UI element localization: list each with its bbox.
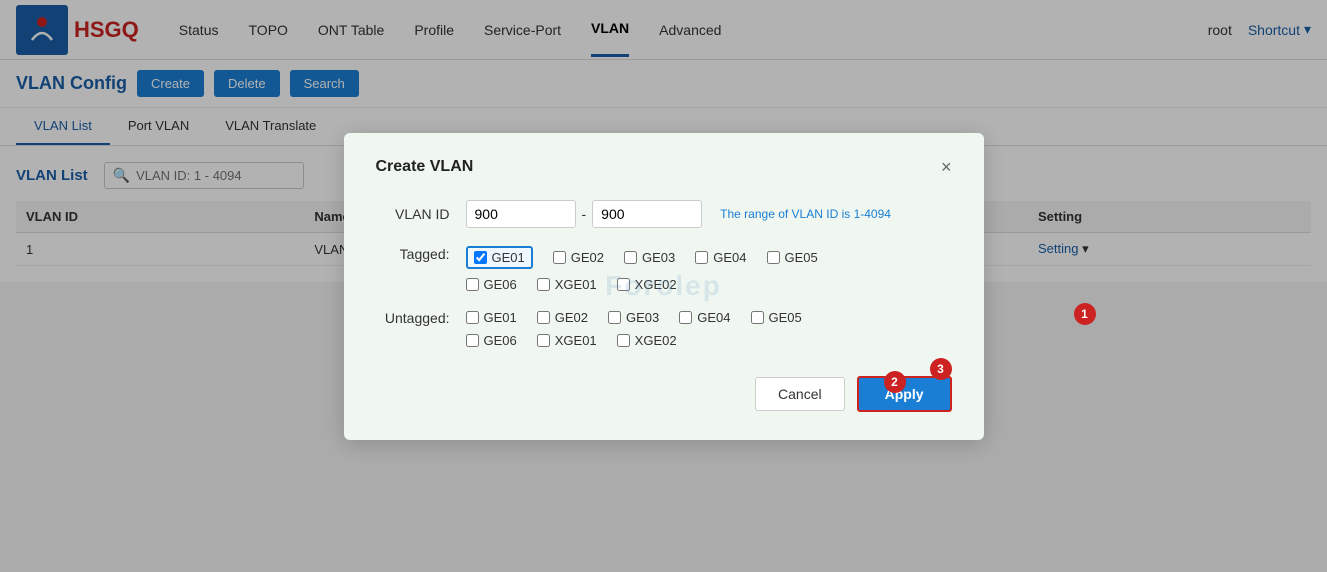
tagged-xge01-item[interactable]: XGE01 (537, 277, 597, 292)
tagged-ge02-item[interactable]: GE02 (553, 250, 604, 265)
tagged-ge06-checkbox[interactable] (466, 278, 479, 291)
untagged-ge05-item[interactable]: GE05 (751, 310, 802, 325)
badge-2: 2 (884, 371, 906, 393)
tagged-xge02-checkbox[interactable] (617, 278, 630, 291)
tagged-xge02-item[interactable]: XGE02 (617, 277, 677, 292)
modal-footer: Cancel Apply 3 (376, 376, 952, 412)
untagged-xge01-checkbox[interactable] (537, 334, 550, 347)
vlan-id-end-input[interactable] (592, 200, 702, 228)
untagged-row: Untagged: GE01 GE02 GE03 GE04 (376, 310, 952, 348)
tagged-ge06-item[interactable]: GE06 (466, 277, 517, 292)
tagged-ge02-checkbox[interactable] (553, 251, 566, 264)
tagged-row2: GE06 XGE01 XGE02 (466, 277, 818, 292)
untagged-ge02-item[interactable]: GE02 (537, 310, 588, 325)
vlan-id-inputs: - The range of VLAN ID is 1-4094 (466, 200, 891, 228)
tagged-label: Tagged: (376, 246, 466, 262)
untagged-xge02-checkbox[interactable] (617, 334, 630, 347)
tagged-ge01-item[interactable]: GE01 (466, 246, 533, 269)
tagged-row1: GE01 GE02 GE03 GE04 GE05 (466, 246, 818, 269)
untagged-ge04-checkbox[interactable] (679, 311, 692, 324)
tagged-ge03-item[interactable]: GE03 (624, 250, 675, 265)
untagged-xge02-item[interactable]: XGE02 (617, 333, 677, 348)
tagged-ge04-item[interactable]: GE04 (695, 250, 746, 265)
vlan-id-start-input[interactable] (466, 200, 576, 228)
badge-3: 3 (930, 358, 952, 380)
modal-overlay: Forolep Create VLAN × VLAN ID - The rang… (0, 0, 1327, 572)
tagged-ge05-checkbox[interactable] (767, 251, 780, 264)
badge-1: 1 (1074, 303, 1096, 325)
modal-close-button[interactable]: × (941, 157, 952, 178)
dash: - (582, 206, 587, 222)
untagged-ge02-checkbox[interactable] (537, 311, 550, 324)
tagged-row: Tagged: GE01 GE02 GE03 GE04 (376, 246, 952, 292)
vlan-id-row: VLAN ID - The range of VLAN ID is 1-4094… (376, 200, 952, 228)
untagged-row1: GE01 GE02 GE03 GE04 GE05 (466, 310, 802, 325)
untagged-ge06-item[interactable]: GE06 (466, 333, 517, 348)
cancel-button[interactable]: Cancel (755, 377, 845, 411)
untagged-ge04-item[interactable]: GE04 (679, 310, 730, 325)
tagged-ge05-item[interactable]: GE05 (767, 250, 818, 265)
untagged-ge03-checkbox[interactable] (608, 311, 621, 324)
modal-title: Create VLAN (376, 158, 474, 176)
create-vlan-modal: Forolep Create VLAN × VLAN ID - The rang… (344, 133, 984, 440)
tagged-ge03-checkbox[interactable] (624, 251, 637, 264)
untagged-ge03-item[interactable]: GE03 (608, 310, 659, 325)
modal-header: Create VLAN × (376, 157, 952, 178)
tagged-xge01-checkbox[interactable] (537, 278, 550, 291)
untagged-xge01-item[interactable]: XGE01 (537, 333, 597, 348)
vlan-id-hint: The range of VLAN ID is 1-4094 (720, 207, 891, 221)
untagged-ge01-checkbox[interactable] (466, 311, 479, 324)
vlan-id-label: VLAN ID (376, 206, 466, 222)
untagged-ports-group: GE01 GE02 GE03 GE04 GE05 (466, 310, 802, 348)
untagged-ge01-item[interactable]: GE01 (466, 310, 517, 325)
untagged-ge05-checkbox[interactable] (751, 311, 764, 324)
untagged-row2: GE06 XGE01 XGE02 (466, 333, 802, 348)
untagged-ge06-checkbox[interactable] (466, 334, 479, 347)
tagged-ge01-checkbox[interactable] (474, 251, 487, 264)
tagged-ge04-checkbox[interactable] (695, 251, 708, 264)
tagged-ports-group: GE01 GE02 GE03 GE04 GE05 (466, 246, 818, 292)
untagged-label: Untagged: (376, 310, 466, 326)
